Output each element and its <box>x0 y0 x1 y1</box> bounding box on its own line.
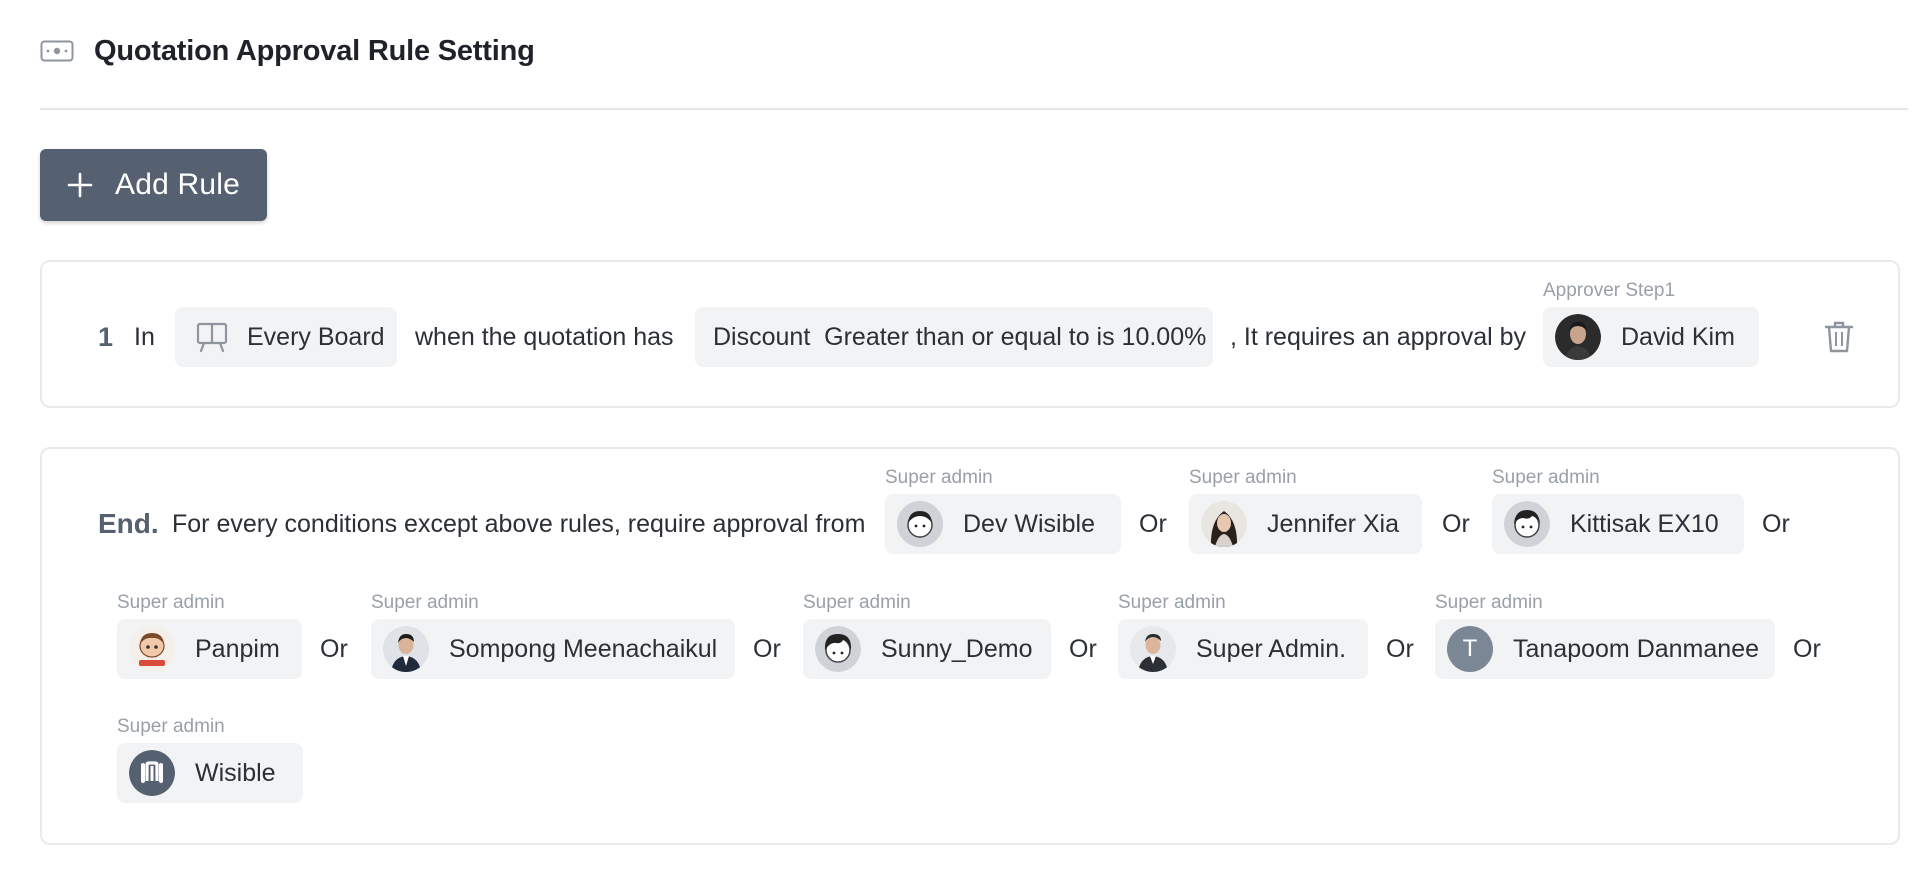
header-divider <box>40 108 1908 110</box>
or-separator: Or <box>1442 510 1470 538</box>
approver-role: Super admin <box>371 592 479 613</box>
approver-chip-super-admin[interactable]: Super Admin. <box>1118 619 1368 679</box>
end-rule-card: End. For every conditions except above r… <box>40 447 1900 845</box>
or-separator: Or <box>1762 510 1790 538</box>
add-rule-button[interactable]: Add Rule <box>40 149 267 221</box>
page-title: Quotation Approval Rule Setting <box>94 34 535 67</box>
avatar <box>1130 626 1176 672</box>
condition-select[interactable]: Discount Greater than or equal to is 10.… <box>695 307 1213 367</box>
approver-chip-jennifer-xia[interactable]: Jennifer Xia <box>1189 494 1422 554</box>
approver-name: Kittisak EX10 <box>1570 509 1719 538</box>
approver-chip-wisible[interactable]: Wisible <box>117 743 303 803</box>
rule-card: 1 In Every Board when the quotation has … <box>40 260 1900 408</box>
approver-chip-sunny-demo[interactable]: Sunny_Demo <box>803 619 1051 679</box>
approver-role: Super admin <box>1189 467 1297 488</box>
approver-name: Dev Wisible <box>963 509 1095 538</box>
or-separator: Or <box>1069 635 1097 663</box>
approver-name: Super Admin. <box>1196 634 1347 663</box>
money-icon <box>40 40 74 62</box>
approver-name: Jennifer Xia <box>1267 509 1400 538</box>
rule-when-text: when the quotation has <box>415 323 674 351</box>
approver-chip-sompong[interactable]: Sompong Meenachaikul <box>371 619 735 679</box>
approver-chip[interactable]: David Kim <box>1543 307 1759 367</box>
end-text: For every conditions except above rules,… <box>172 510 866 538</box>
end-label: End. <box>98 508 159 539</box>
plus-icon <box>67 172 93 198</box>
avatar <box>129 626 175 672</box>
approver-name: Tanapoom Danmanee <box>1513 634 1759 663</box>
page-header: Quotation Approval Rule Setting <box>40 30 535 72</box>
approver-name: Wisible <box>195 758 276 787</box>
board-icon <box>195 320 229 354</box>
condition-label: Discount Greater than or equal to is 10.… <box>713 322 1207 351</box>
or-separator: Or <box>1386 635 1414 663</box>
approver-role: Super admin <box>1492 467 1600 488</box>
avatar <box>1504 501 1550 547</box>
approver-role: Super admin <box>885 467 993 488</box>
approver-chip-panpim[interactable]: Panpim <box>117 619 302 679</box>
rule-requires-text: , It requires an approval by <box>1230 323 1526 351</box>
approver-role: Super admin <box>1118 592 1226 613</box>
or-separator: Or <box>1139 510 1167 538</box>
approver-chip-tanapoom[interactable]: T Tanapoom Danmanee <box>1435 619 1775 679</box>
avatar <box>1555 314 1601 360</box>
avatar <box>897 501 943 547</box>
trash-icon[interactable] <box>1824 320 1854 354</box>
approver-name: Panpim <box>195 634 280 663</box>
rule-number: 1 <box>98 322 114 352</box>
avatar <box>383 626 429 672</box>
board-select[interactable]: Every Board <box>175 307 397 367</box>
board-label: Every Board <box>247 322 385 351</box>
or-separator: Or <box>1793 635 1821 663</box>
or-separator: Or <box>753 635 781 663</box>
approver-name: Sunny_Demo <box>881 634 1033 663</box>
approver-chip-dev-wisible[interactable]: Dev Wisible <box>885 494 1121 554</box>
rule-in-text: In <box>134 323 155 351</box>
approver-name: Sompong Meenachaikul <box>449 634 718 663</box>
add-rule-label: Add Rule <box>114 168 240 201</box>
approval-rule-page: Quotation Approval Rule Setting Add Rule… <box>0 0 1920 881</box>
avatar <box>1201 501 1247 547</box>
or-separator: Or <box>320 635 348 663</box>
approver-chip-kittisak[interactable]: Kittisak EX10 <box>1492 494 1744 554</box>
approver-name: David Kim <box>1621 322 1735 351</box>
approver-role: Super admin <box>803 592 911 613</box>
approver-role: Super admin <box>1435 592 1543 613</box>
wisible-logo-avatar <box>129 750 175 796</box>
approver-role: Super admin <box>117 592 225 613</box>
avatar <box>815 626 861 672</box>
avatar-initial: T <box>1447 626 1493 672</box>
approver-role: Super admin <box>117 716 225 737</box>
approver-step-caption: Approver Step1 <box>1543 280 1676 301</box>
